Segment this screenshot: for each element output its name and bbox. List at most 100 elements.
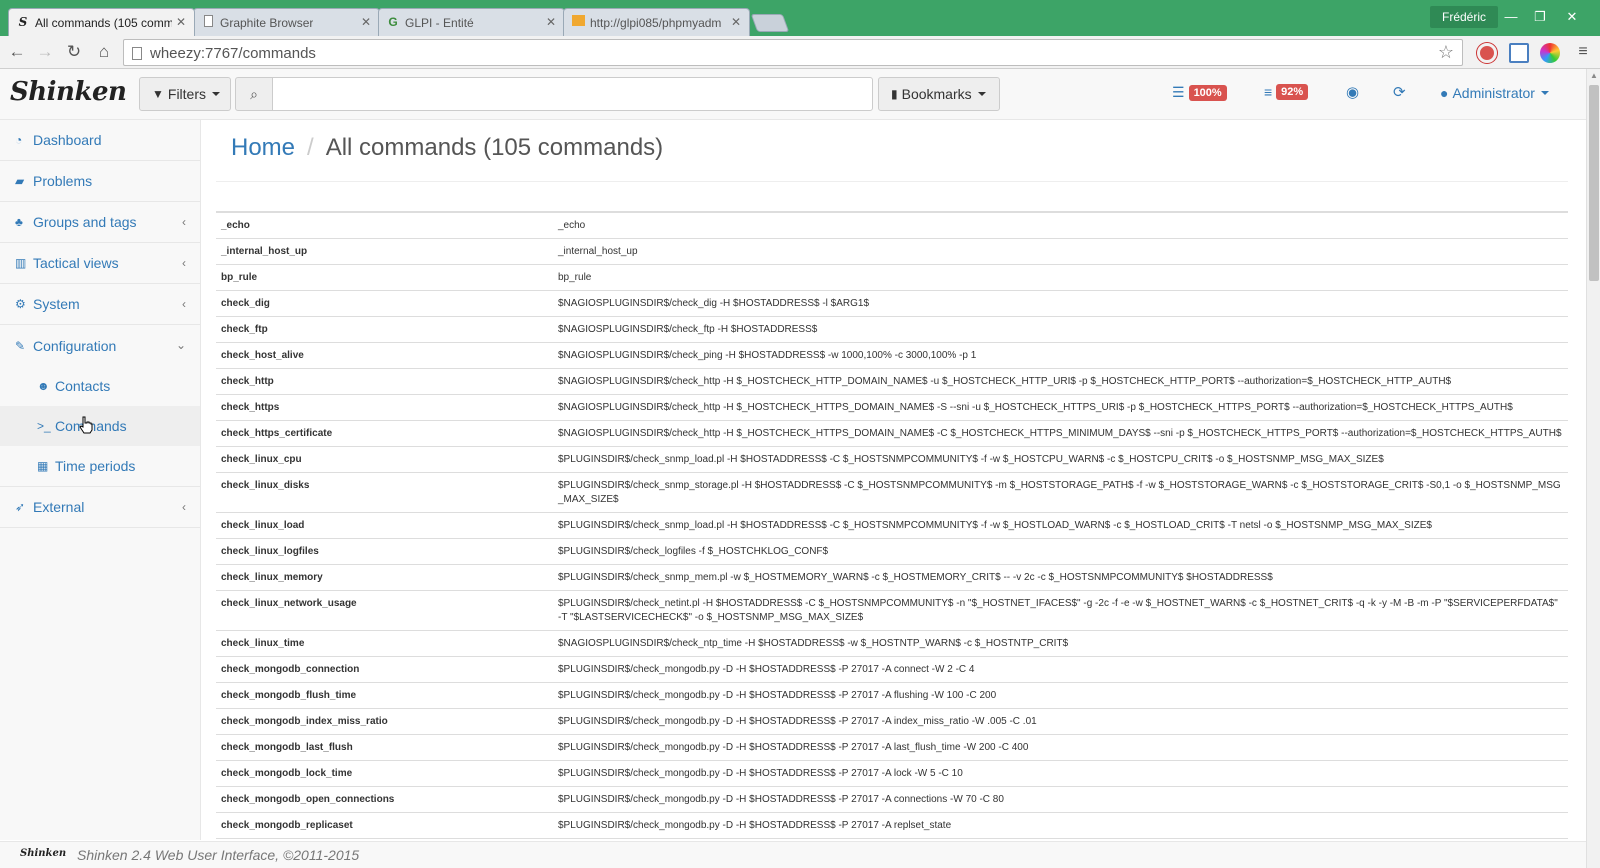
sidebar-item-external[interactable]: ➶ External ‹ — [0, 487, 200, 528]
sidebar-subitem-commands[interactable]: >_ Commands — [0, 406, 200, 446]
browser-toolbar: ← → ↻ ⌂ wheezy:7767/commands ☆ ≡ — [0, 36, 1600, 69]
hosts-state-indicator[interactable]: ☰ 100% — [1172, 84, 1227, 101]
eye-icon[interactable]: ◉ — [1346, 83, 1359, 101]
table-row: check_https_certificate $NAGIOSPLUGINSDIR… — [216, 420, 1568, 447]
browser-menu-icon[interactable]: ≡ — [1572, 41, 1594, 63]
tab-glpi-entite[interactable]: G GLPI - Entité ✕ — [378, 8, 565, 36]
bookmark-icon: ▮ — [891, 87, 898, 101]
new-tab-button[interactable] — [750, 14, 790, 32]
command-name: check_linux_network_usage — [216, 590, 553, 631]
sidebar-item-label: Dashboard — [33, 132, 102, 148]
adblock-extension-icon[interactable] — [1477, 43, 1497, 63]
table-row: check_linux_cpu $PLUGINSDIR$/check_snmp_l… — [216, 446, 1568, 473]
command-name: _internal_host_up — [216, 238, 553, 265]
back-icon[interactable]: ← — [6, 41, 28, 63]
bookmarks-button[interactable]: ▮ Bookmarks — [878, 77, 1000, 111]
sidebar-item-label: Groups and tags — [33, 214, 137, 230]
gears-icon: ⚙ — [15, 297, 26, 311]
sidebar-item-dashboard[interactable]: ◔ Dashboard — [0, 120, 200, 161]
command-line: $PLUGINSDIR$/check_netint.pl -H $HOSTADD… — [553, 590, 1568, 631]
bookmarks-label: Bookmarks — [901, 86, 972, 102]
tab-title: http://glpi085/phpmyadm — [590, 15, 722, 30]
close-window-icon[interactable]: ✕ — [1557, 6, 1587, 28]
tab-close-icon[interactable]: ✕ — [731, 15, 741, 29]
sidebar-item-groups-and-tags[interactable]: ♣ Groups and tags ‹ — [0, 202, 200, 243]
table-row: check_linux_time $NAGIOSPLUGINSDIR$/check… — [216, 630, 1568, 657]
shinken-favicon-icon: S — [18, 15, 28, 29]
hand-cursor-icon — [79, 416, 93, 434]
table-row: check_mongodb_connection $PLUGINSDIR$/che… — [216, 656, 1568, 683]
command-line: _echo — [553, 211, 1568, 239]
tab-close-icon[interactable]: ✕ — [176, 15, 186, 29]
filters-button[interactable]: ▼ Filters — [139, 77, 231, 111]
sitemap-icon: ♣ — [15, 215, 23, 229]
tab-close-icon[interactable]: ✕ — [546, 15, 556, 29]
services-state-indicator[interactable]: ≡ 92% — [1264, 84, 1309, 100]
sidebar-subitem-time-periods[interactable]: ▦ Time periods — [0, 446, 200, 486]
table-row: _echo _echo — [216, 211, 1568, 239]
filter-icon: ▼ — [152, 87, 164, 101]
command-line: $PLUGINSDIR$/check_logfiles -f $_HOSTCHK… — [553, 538, 1568, 565]
phpmyadmin-favicon-icon — [571, 15, 585, 29]
command-line: $PLUGINSDIR$/check_mongodb.py -D -H $HOS… — [553, 682, 1568, 709]
shinken-logo[interactable]: Shinken — [10, 77, 127, 107]
screen-capture-extension-icon[interactable] — [1509, 43, 1529, 63]
sidebar-item-system[interactable]: ⚙ System ‹ — [0, 284, 200, 325]
page-info-icon[interactable] — [132, 47, 142, 60]
command-line: $PLUGINSDIR$/check_snmp_load.pl -H $HOST… — [553, 512, 1568, 539]
vertical-scrollbar[interactable]: ▲ — [1586, 69, 1600, 868]
user-icon: ● — [1440, 85, 1449, 101]
sidebar-item-label: Problems — [33, 173, 93, 189]
command-line: $PLUGINSDIR$/check_mongodb.py -D -H $HOS… — [553, 708, 1568, 735]
command-name: check_mongodb_last_flush — [216, 734, 553, 761]
command-name: check_https_certificate — [216, 420, 553, 447]
terminal-icon: >_ — [37, 419, 51, 433]
chevron-down-icon — [212, 92, 221, 96]
sidebar-item-configuration[interactable]: ✎ Configuration ⌄ — [0, 325, 200, 366]
reload-icon[interactable]: ↻ — [63, 41, 85, 63]
command-line: $PLUGINSDIR$/check_mongodb.py -D -H $HOS… — [553, 786, 1568, 813]
color-picker-extension-icon[interactable] — [1540, 43, 1560, 63]
tab-all-commands[interactable]: S All commands (105 comm ✕ — [8, 8, 195, 36]
table-row: check_linux_load $PLUGINSDIR$/check_snmp_… — [216, 512, 1568, 539]
calendar-icon: ▦ — [37, 459, 49, 473]
address-bar[interactable]: wheezy:7767/commands ☆ — [123, 39, 1463, 66]
page-favicon-icon — [201, 15, 215, 29]
table-row: check_mongodb_open_connections $PLUGINSDI… — [216, 786, 1568, 813]
scrollbar-thumb[interactable] — [1589, 85, 1599, 281]
restore-icon[interactable]: ❐ — [1525, 6, 1555, 28]
tab-graphite-browser[interactable]: Graphite Browser ✕ — [193, 8, 380, 36]
home-icon[interactable]: ⌂ — [93, 41, 115, 63]
footer-text: Shinken 2.4 Web User Interface, ©2011-20… — [77, 847, 360, 863]
profile-name[interactable]: Frédéric — [1430, 6, 1499, 28]
minimize-icon[interactable]: — — [1496, 6, 1526, 28]
table-row: check_mongodb_last_flush $PLUGINSDIR$/che… — [216, 734, 1568, 761]
chevron-left-icon: ‹ — [182, 297, 186, 311]
commands-table-body: _echo _echo _internal_host_up _internal_hos… — [216, 211, 1568, 841]
table-row: _internal_host_up _internal_host_up — [216, 238, 1568, 265]
table-row: check_http $NAGIOSPLUGINSDIR$/check_http … — [216, 368, 1568, 395]
filters-label: Filters — [167, 86, 207, 102]
sidebar-subitem-contacts[interactable]: ☻ Contacts — [0, 366, 200, 406]
sidebar-item-problems[interactable]: ▰ Problems — [0, 161, 200, 202]
breadcrumb-home[interactable]: Home — [231, 134, 295, 161]
sidebar-item-tactical-views[interactable]: ▥ Tactical views ‹ — [0, 243, 200, 284]
user-menu[interactable]: ● Administrator — [1440, 85, 1549, 101]
scroll-up-icon[interactable]: ▲ — [1590, 71, 1598, 80]
chevron-down-icon — [1540, 91, 1549, 95]
command-name: check_linux_logfiles — [216, 538, 553, 565]
sidebar-subitem-label: Contacts — [55, 378, 111, 394]
bookmark-star-icon[interactable]: ☆ — [1438, 42, 1454, 63]
breadcrumb-separator: / — [307, 134, 314, 161]
command-name: check_mongodb_connection — [216, 656, 553, 683]
command-name: check_ftp — [216, 316, 553, 343]
refresh-icon[interactable]: ⟳ — [1393, 83, 1406, 101]
hosts-badge: 100% — [1188, 84, 1227, 101]
tab-close-icon[interactable]: ✕ — [361, 15, 371, 29]
command-name: check_mongodb_index_miss_ratio — [216, 708, 553, 735]
command-name: check_mongodb_replicaset — [216, 812, 553, 839]
search-input[interactable] — [272, 77, 873, 111]
tab-phpmyadmin[interactable]: http://glpi085/phpmyadm ✕ — [563, 8, 750, 36]
forward-icon[interactable]: → — [34, 41, 56, 63]
tab-strip: S All commands (105 comm ✕ Graphite Brow… — [8, 8, 790, 36]
